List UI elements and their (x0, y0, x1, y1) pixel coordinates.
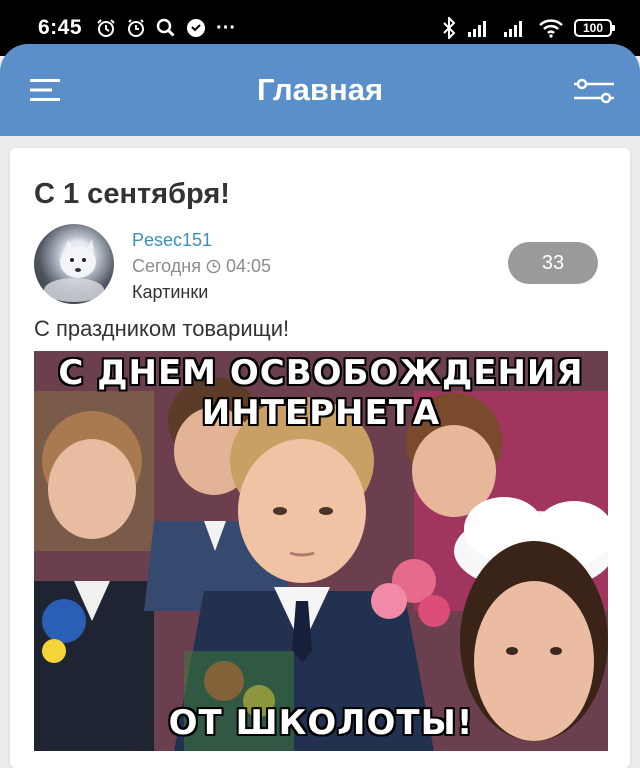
search-icon (156, 18, 176, 38)
post-time: 04:05 (226, 256, 272, 276)
post-text: С праздником товарищи! (34, 316, 290, 341)
post-image[interactable]: С ДНЕМ ОСВОБОЖДЕНИЯ ИНТЕРНЕТА ОТ ШКОЛОТЫ… (34, 351, 608, 751)
meme-caption-bottom: ОТ ШКОЛОТЫ! (168, 703, 474, 743)
post-meta: Сегодня 04:05 (132, 256, 271, 277)
more-notifications-icon: ··· (216, 16, 237, 39)
comments-count-badge[interactable]: 33 (508, 242, 598, 284)
post-title[interactable]: С 1 сентября! (34, 178, 230, 211)
alarm-clock-icon (96, 18, 116, 38)
post-category[interactable]: Картинки (132, 282, 208, 303)
page-title: Главная (256, 72, 384, 107)
signal-icon-sim1 (466, 18, 492, 38)
battery-icon: 100 (574, 19, 615, 37)
menu-button[interactable] (30, 78, 62, 102)
clock-icon (206, 259, 221, 274)
signal-icon-sim2 (502, 18, 528, 38)
meme-caption-top-line2: ИНТЕРНЕТА (201, 393, 441, 433)
filter-button[interactable] (574, 78, 614, 104)
bluetooth-icon (442, 17, 456, 39)
meme-caption-top-line1: С ДНЕМ ОСВОБОЖДЕНИЯ (58, 353, 584, 393)
hamburger-menu-icon (30, 79, 60, 101)
status-time: 6:45 (38, 16, 83, 39)
avatar[interactable] (34, 224, 114, 304)
filter-sliders-icon (574, 78, 614, 104)
post-date-label: Сегодня (132, 256, 201, 276)
post-author-link[interactable]: Pesec151 (132, 230, 212, 251)
app-header: Главная (0, 44, 640, 136)
arctic-fox-avatar-image (44, 239, 104, 302)
post-card[interactable]: С 1 сентября! Pesec151 Сегодня 04:05 Кар… (10, 148, 630, 768)
alarm-icon (126, 18, 146, 38)
app-notification-icon (186, 18, 206, 38)
wifi-icon (538, 18, 564, 38)
